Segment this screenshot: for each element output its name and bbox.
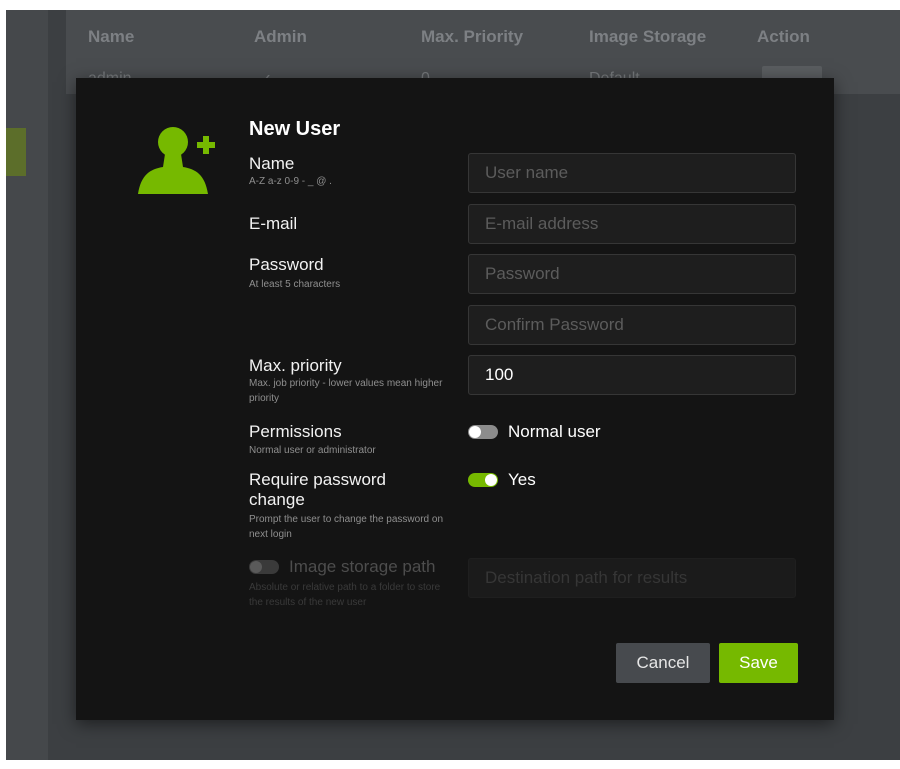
- column-header-name[interactable]: Name: [88, 27, 134, 47]
- name-label: Name: [249, 154, 295, 173]
- permissions-toggle[interactable]: [468, 425, 498, 439]
- sidebar: [6, 10, 48, 760]
- save-button[interactable]: Save: [719, 643, 798, 683]
- column-header-action: Action: [757, 27, 810, 46]
- new-user-dialog: New User Name A-Z a-z 0-9 - _ @ . E-mail…: [76, 78, 834, 720]
- email-input[interactable]: [468, 204, 796, 244]
- max-priority-input[interactable]: [468, 355, 796, 395]
- password-input[interactable]: [468, 254, 796, 294]
- max-priority-label: Max. priority: [249, 356, 342, 375]
- require-password-change-toggle-label: Yes: [508, 470, 536, 489]
- toggle-knob: [485, 474, 497, 486]
- email-label: E-mail: [249, 214, 298, 233]
- dialog-title: New User: [249, 118, 341, 140]
- sidebar-active-item[interactable]: [6, 128, 26, 176]
- permissions-toggle-label: Normal user: [508, 422, 601, 441]
- column-header-max-priority[interactable]: Max. Priority: [421, 27, 523, 47]
- image-storage-path-label: Image storage path: [289, 557, 436, 576]
- image-storage-path-hint: Absolute or relative path to a folder to…: [249, 582, 441, 608]
- destination-path-input[interactable]: [468, 558, 796, 598]
- image-storage-path-toggle[interactable]: [249, 560, 279, 574]
- require-password-change-label: Require password change: [249, 470, 387, 509]
- require-password-change-hint: Prompt the user to change the password o…: [249, 514, 444, 540]
- permissions-label: Permissions: [249, 422, 342, 441]
- require-password-change-toggle[interactable]: [468, 473, 498, 487]
- table-header: Name Admin Max. Priority Image Storage A…: [66, 10, 900, 58]
- column-header-admin[interactable]: Admin: [254, 27, 307, 47]
- confirm-password-input[interactable]: [468, 305, 796, 345]
- name-hint: A-Z a-z 0-9 - _ @ .: [249, 176, 332, 187]
- password-hint: At least 5 characters: [249, 279, 341, 290]
- column-header-image-storage[interactable]: Image Storage: [589, 27, 706, 47]
- cancel-button[interactable]: Cancel: [616, 643, 710, 683]
- toggle-knob: [250, 561, 262, 573]
- add-user-icon: [138, 127, 215, 194]
- user-name-input[interactable]: [468, 153, 796, 193]
- toggle-knob: [469, 426, 481, 438]
- max-priority-hint: Max. job priority - lower values mean hi…: [249, 378, 443, 404]
- permissions-hint: Normal user or administrator: [249, 445, 376, 456]
- password-label: Password: [249, 255, 324, 274]
